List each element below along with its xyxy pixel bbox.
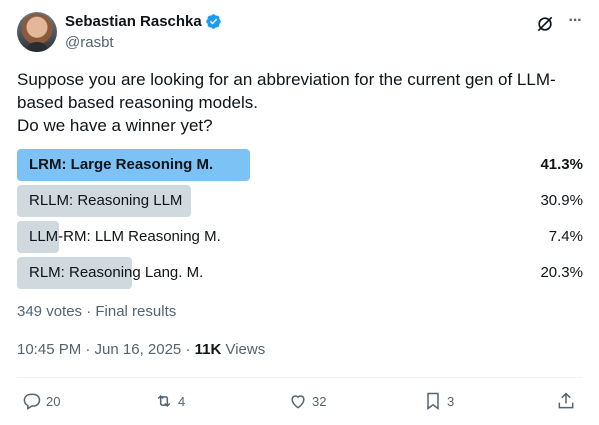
poll-meta: 349 votes · Final results <box>17 303 177 320</box>
share-button[interactable] <box>556 388 580 414</box>
bookmark-count: 3 <box>447 393 455 409</box>
avatar[interactable] <box>17 12 57 52</box>
poll-option-label: LLM-RM: LLM Reasoning M. <box>29 228 221 245</box>
reply-button[interactable]: 20 <box>22 388 60 414</box>
poll-option-percent: 20.3% <box>540 264 583 281</box>
timestamp-row: 10:45 PM · Jun 16, 2025 · 11K Views <box>17 341 265 358</box>
like-count: 32 <box>312 393 327 409</box>
timestamp[interactable]: 10:45 PM · Jun 16, 2025 · <box>17 341 195 358</box>
bookmark-icon <box>427 392 439 410</box>
tweet-text: Suppose you are looking for an abbreviat… <box>17 68 583 137</box>
reply-icon <box>23 393 41 410</box>
poll-option-percent: 41.3% <box>540 156 583 173</box>
like-button[interactable]: 32 <box>288 388 326 414</box>
action-bar: 20 4 32 3 <box>0 388 599 414</box>
tweet-text-line: Suppose you are looking for an abbreviat… <box>17 70 556 89</box>
poll-option-percent: 7.4% <box>548 228 583 245</box>
poll-option-percent: 30.9% <box>540 192 583 209</box>
poll: LRM: Large Reasoning M. 41.3% RLLM: Reas… <box>17 149 583 293</box>
like-icon <box>291 395 305 409</box>
reply-count: 20 <box>46 393 61 409</box>
verified-badge-icon <box>205 14 221 29</box>
divider <box>17 377 582 378</box>
share-icon <box>558 392 574 409</box>
tweet-header: Sebastian Raschka @rasbt ··· <box>17 12 585 52</box>
poll-option-label: LRM: Large Reasoning M. <box>29 156 214 173</box>
views-count: 11K <box>194 341 222 358</box>
author-name[interactable]: Sebastian Raschka <box>65 13 202 30</box>
grok-icon[interactable] <box>535 14 555 34</box>
poll-option-0: LRM: Large Reasoning M. 41.3% <box>17 149 583 181</box>
repost-icon <box>157 394 171 408</box>
tweet-text-line: Do we have a winner yet? <box>17 116 213 135</box>
poll-option-2: LLM-RM: LLM Reasoning M. 7.4% <box>17 221 583 253</box>
views-label: Views <box>221 341 266 358</box>
poll-option-label: RLM: Reasoning Lang. M. <box>29 264 204 281</box>
poll-option-label: RLLM: Reasoning LLM <box>29 192 183 209</box>
repost-count: 4 <box>178 393 186 409</box>
poll-option-3: RLM: Reasoning Lang. M. 20.3% <box>17 257 583 289</box>
bookmark-button[interactable]: 3 <box>423 388 454 414</box>
more-icon[interactable]: ··· <box>565 13 585 34</box>
tweet-text-line: based based reasoning models. <box>17 93 258 112</box>
author-name-row[interactable]: Sebastian Raschka <box>65 13 222 30</box>
poll-option-1: RLLM: Reasoning LLM 30.9% <box>17 185 583 217</box>
author-handle[interactable]: @rasbt <box>65 34 114 51</box>
repost-button[interactable]: 4 <box>154 388 185 414</box>
